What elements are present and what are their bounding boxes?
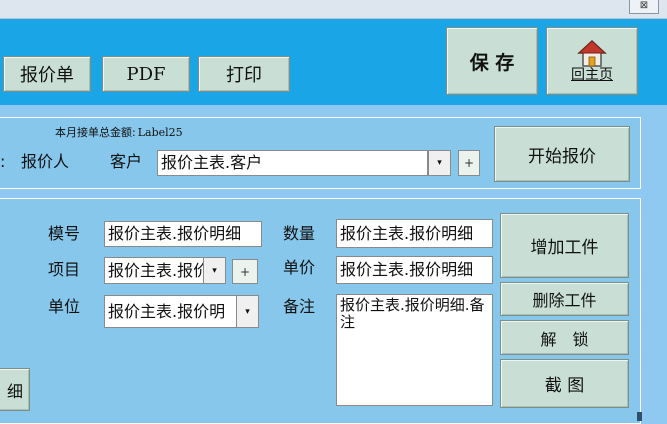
item-label: 项目: [48, 260, 81, 279]
quote-sheet-label: 报价单: [20, 65, 74, 86]
unlock-label: 解 锁: [540, 329, 589, 349]
item-dropdown-button[interactable]: ▾: [203, 257, 226, 284]
start-quote-button[interactable]: 开始报价: [494, 126, 630, 182]
add-customer-button[interactable]: +: [458, 150, 480, 176]
add-part-button[interactable]: 增加工件: [500, 213, 629, 278]
delete-part-label: 删除工件: [532, 291, 597, 310]
screenshot-button[interactable]: 截 图: [500, 359, 629, 408]
add-item-button[interactable]: +: [232, 259, 258, 284]
customer-field[interactable]: 报价主表.客户: [157, 150, 428, 176]
home-label: 回主页: [571, 67, 613, 83]
quoter-prefix: :: [0, 152, 6, 171]
quantity-field[interactable]: 报价主表.报价明细: [336, 219, 493, 248]
chevron-down-icon: ▾: [212, 265, 217, 276]
quantity-label: 数量: [283, 224, 316, 243]
add-part-label: 增加工件: [530, 238, 599, 258]
print-button[interactable]: 打印: [198, 56, 290, 92]
start-quote-label: 开始报价: [528, 146, 596, 167]
plus-icon: +: [463, 156, 475, 170]
delete-part-button[interactable]: 删除工件: [500, 282, 629, 316]
quoter-label: 报价人: [21, 152, 70, 171]
window-titlebar: [0, 0, 667, 19]
item-field[interactable]: 报价主表.报价: [104, 257, 206, 284]
unit-dropdown-button[interactable]: ▾: [236, 295, 259, 328]
home-icon: [577, 39, 607, 67]
unit-field[interactable]: 报价主表.报价明: [104, 295, 238, 328]
monthly-total: 本月接单总金额: Label25: [55, 124, 183, 140]
quote-sheet-button[interactable]: 报价单: [3, 56, 91, 92]
mold-no-label: 模号: [48, 224, 81, 243]
window-control-button[interactable]: ⊠: [629, 0, 659, 14]
partial-left-button[interactable]: 细: [0, 368, 30, 411]
mold-no-field[interactable]: 报价主表.报价明细: [104, 221, 262, 247]
chevron-down-icon: ▾: [245, 306, 250, 317]
resize-handle[interactable]: [637, 412, 642, 421]
unit-price-field[interactable]: 报价主表.报价明细: [336, 256, 493, 284]
partial-left-label: 细: [6, 381, 23, 401]
unlock-button[interactable]: 解 锁: [500, 320, 629, 355]
unit-price-label: 单价: [283, 258, 316, 277]
pdf-button[interactable]: PDF: [102, 56, 190, 92]
save-label: 保 存: [469, 51, 515, 74]
screenshot-label: 截 图: [544, 376, 585, 396]
unit-label: 单位: [48, 297, 81, 316]
customer-label: 客户: [110, 152, 143, 171]
pdf-label: PDF: [126, 63, 166, 85]
monthly-total-label: 本月接单总金额:: [55, 126, 136, 139]
save-button[interactable]: 保 存: [446, 27, 538, 95]
home-button[interactable]: 回主页: [546, 27, 638, 95]
customer-dropdown-button[interactable]: ▾: [428, 150, 451, 176]
chevron-down-icon: ▾: [437, 158, 442, 168]
remark-label: 备注: [283, 297, 316, 316]
monthly-total-value: Label25: [137, 126, 183, 139]
print-label: 打印: [226, 65, 262, 86]
plus-icon: +: [239, 264, 251, 279]
remark-textarea[interactable]: 报价主表.报价明细.备注: [336, 294, 493, 406]
